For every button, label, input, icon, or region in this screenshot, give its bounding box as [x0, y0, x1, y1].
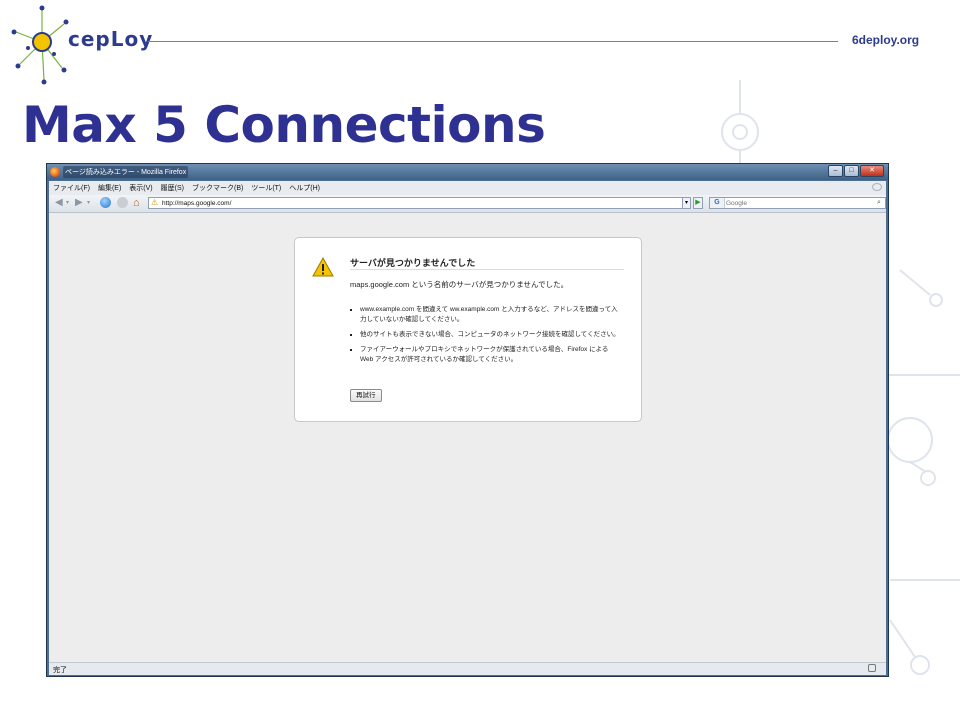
go-arrow-icon[interactable]: ▶: [693, 197, 703, 209]
header-rule: [148, 41, 838, 42]
stop-icon[interactable]: [117, 197, 128, 208]
status-text: 完了: [53, 667, 67, 674]
forward-arrow-icon[interactable]: ▶: [75, 198, 83, 208]
status-bar: 完了: [49, 662, 886, 675]
maximize-button[interactable]: □: [844, 165, 859, 177]
firefox-window: ページ読み込みエラー - Mozilla Firefox – □ ✕ ファイル(…: [46, 163, 889, 677]
warning-icon: ⚠: [151, 198, 159, 207]
suggestion-item: www.example.com を間違えて ww.example.com と入力…: [360, 305, 620, 325]
forward-dropdown-icon[interactable]: ▾: [87, 198, 90, 208]
window-title: ページ読み込みエラー - Mozilla Firefox: [63, 166, 189, 178]
home-icon[interactable]: ⌂: [133, 197, 140, 209]
menu-edit[interactable]: 編集(E): [94, 181, 125, 193]
error-panel: サーバが見つかりませんでした maps.google.com という名前のサーバ…: [294, 237, 642, 422]
menu-history[interactable]: 履歴(S): [157, 181, 188, 193]
menu-file[interactable]: ファイル(F): [49, 181, 94, 193]
logo-wordmark: cepLoy: [68, 27, 154, 51]
window-controls: – □ ✕: [828, 165, 884, 177]
address-bar[interactable]: ⚠: [148, 197, 689, 209]
throbber-icon: [872, 183, 882, 191]
reload-icon[interactable]: [100, 197, 111, 208]
error-suggestions: www.example.com を間違えて ww.example.com と入力…: [350, 305, 620, 370]
suggestion-item: ファイアーウォールやプロキシでネットワークが保護されている場合、Firefox …: [360, 345, 620, 365]
firefox-icon: [50, 167, 60, 177]
close-button[interactable]: ✕: [860, 165, 884, 177]
page-content: サーバが見つかりませんでした maps.google.com という名前のサーバ…: [49, 213, 886, 663]
slide-title: Max 5 Connections: [22, 96, 546, 154]
back-arrow-icon[interactable]: ◀: [55, 198, 63, 208]
site-url[interactable]: 6deploy.org: [852, 33, 919, 47]
minimize-button[interactable]: –: [828, 165, 843, 177]
menu-view[interactable]: 表示(V): [125, 181, 156, 193]
search-input[interactable]: [726, 198, 866, 208]
url-input[interactable]: [162, 198, 662, 208]
back-dropdown-icon[interactable]: ▾: [66, 198, 69, 208]
suggestion-item: 他のサイトも表示できない場合、コンピュータのネットワーク接続を確認してください。: [360, 330, 620, 340]
status-indicator-icon: [868, 664, 876, 672]
magnifier-icon[interactable]: ⌕: [874, 198, 884, 208]
menu-tools[interactable]: ツール(T): [247, 181, 285, 193]
search-bar[interactable]: G ⌕: [709, 197, 886, 209]
menu-bar: ファイル(F) 編集(E) 表示(V) 履歴(S) ブックマーク(B) ツール(T) ヘルプ…: [49, 181, 886, 195]
retry-button[interactable]: 再試行: [350, 389, 382, 402]
menu-bookmarks[interactable]: ブックマーク(B): [188, 181, 247, 193]
warning-triangle-icon: [312, 257, 334, 277]
navigation-toolbar: ◀ ▾ ▶ ▾ ⌂ ⚠ ▾ ▶ G ⌕: [49, 195, 886, 213]
google-engine-icon[interactable]: G: [710, 198, 725, 208]
error-divider: [350, 269, 624, 270]
window-titlebar[interactable]: ページ読み込みエラー - Mozilla Firefox – □ ✕: [47, 164, 888, 180]
error-description: maps.google.com という名前のサーバが見つかりませんでした。: [350, 280, 569, 289]
menu-help[interactable]: ヘルプ(H): [285, 181, 324, 193]
url-history-dropdown-icon[interactable]: ▾: [682, 197, 691, 209]
error-title: サーバが見つかりませんでした: [350, 258, 476, 268]
